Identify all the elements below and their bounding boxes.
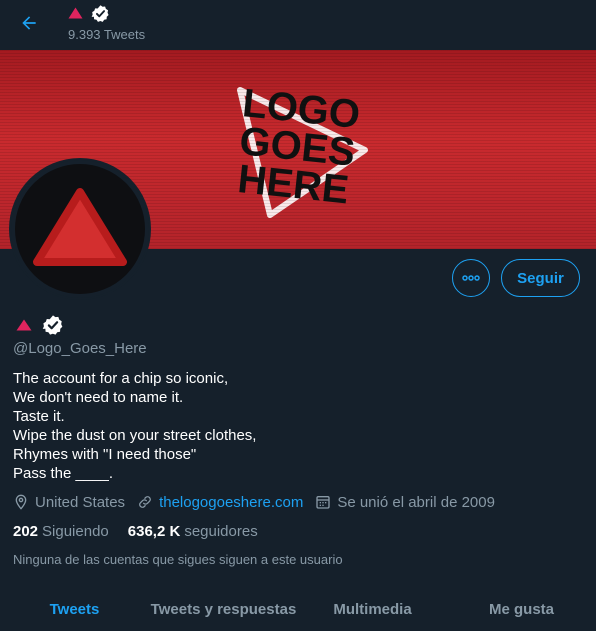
more-options-icon xyxy=(462,275,480,281)
website: thelogogoeshere.com xyxy=(137,494,303,511)
triangle-logo-icon xyxy=(16,319,32,331)
website-link[interactable]: thelogogoeshere.com xyxy=(159,494,303,511)
verified-badge-icon xyxy=(91,4,109,22)
following-count: 202 xyxy=(13,522,39,540)
join-date-text: Se unió el abril de 2009 xyxy=(337,493,495,511)
followers-label: seguidores xyxy=(184,522,258,540)
more-options-button[interactable] xyxy=(452,259,490,297)
tab-tweets-replies[interactable]: Tweets y respuestas xyxy=(149,588,298,631)
location-pin-icon xyxy=(15,494,27,510)
tweet-count: 9.393 Tweets xyxy=(68,27,146,42)
tab-media[interactable]: Multimedia xyxy=(298,588,447,631)
back-button[interactable] xyxy=(14,8,44,38)
arrow-left-icon xyxy=(22,16,36,30)
triangle-logo-icon xyxy=(68,7,83,19)
join-date: Se unió el abril de 2009 xyxy=(315,494,495,511)
bio-line: Wipe the dust on your street clothes, xyxy=(13,427,257,444)
user-handle: @Logo_Goes_Here xyxy=(13,340,147,357)
follow-stats: 202 Siguiendo 636,2 Kseguidores xyxy=(13,521,277,541)
follow-button[interactable]: Seguir xyxy=(501,259,580,297)
header-display-name xyxy=(68,4,110,22)
link-icon xyxy=(139,496,151,508)
followers-link[interactable]: 636,2 Kseguidores xyxy=(128,523,258,540)
tab-tweets[interactable]: Tweets xyxy=(0,588,149,631)
profile-header: 9.393 Tweets xyxy=(0,0,596,50)
profile-bio: The account for a chip so iconic, We don… xyxy=(13,369,256,483)
location: United States xyxy=(13,494,125,511)
verified-badge-icon xyxy=(42,315,63,335)
followers-count: 636,2 K xyxy=(127,522,181,540)
bio-line: Pass the ____. xyxy=(13,465,114,482)
bio-line: We don't need to name it. xyxy=(13,389,184,406)
avatar[interactable] xyxy=(9,158,151,300)
bio-line: The account for a chip so iconic, xyxy=(13,370,229,387)
banner-logo-line-1: LOGO xyxy=(240,81,362,137)
profile-tabs: Tweets Tweets y respuestas Multimedia Me… xyxy=(0,588,596,631)
following-label: Siguiendo xyxy=(42,522,109,540)
calendar-icon xyxy=(316,496,330,509)
avatar-image xyxy=(11,160,149,298)
bio-line: Taste it. xyxy=(13,408,65,425)
bio-line: Rhymes with "I need those" xyxy=(13,446,197,463)
location-text: United States xyxy=(35,493,126,511)
banner-logo-line-3: HERE xyxy=(236,157,351,212)
profile-meta: United States thelogogoeshere.com Se uni… xyxy=(13,492,507,512)
tab-likes[interactable]: Me gusta xyxy=(447,588,596,631)
following-link[interactable]: 202 Siguiendo xyxy=(13,523,109,540)
display-name xyxy=(16,315,64,335)
mutual-followers-note: Ninguna de las cuentas que sigues siguen… xyxy=(13,552,343,567)
banner-logo-line-2: GOES xyxy=(237,119,357,175)
